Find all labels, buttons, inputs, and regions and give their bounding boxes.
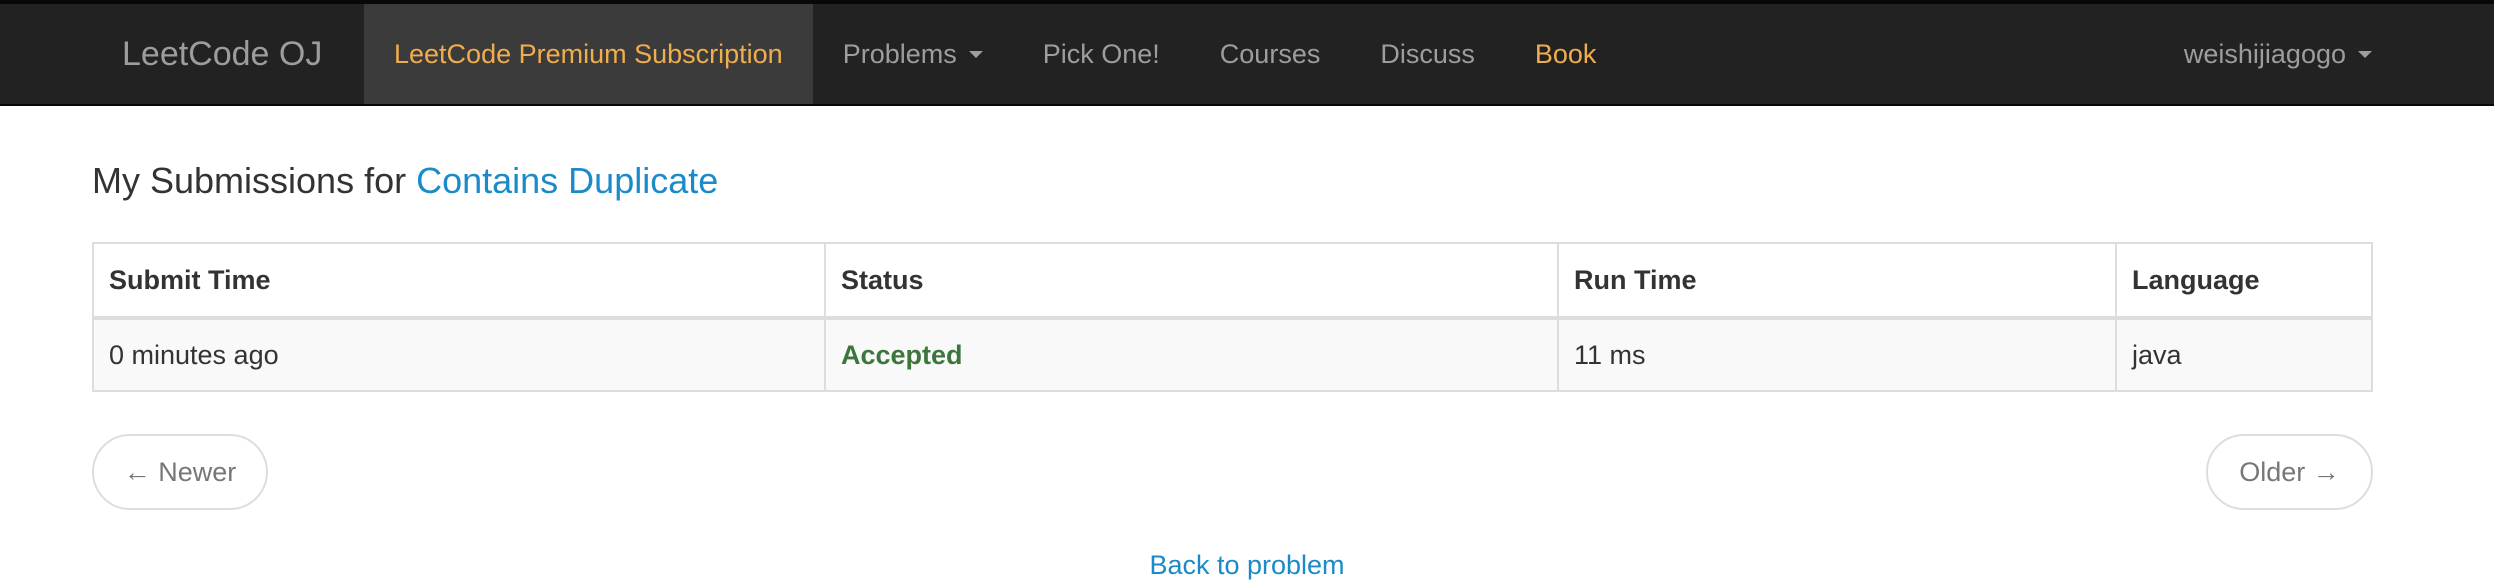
column-header-status: Status [824, 242, 1559, 320]
nav-book-label: Book [1534, 38, 1597, 69]
nav-premium-label: LeetCode Premium Subscription [394, 38, 783, 69]
nav-courses-label: Courses [1219, 38, 1321, 69]
submissions-table: Submit Time Status Run Time Language 0 m… [92, 242, 2373, 392]
username: weishijiagogo [2183, 38, 2346, 69]
newer-button[interactable]: ← Newer [92, 434, 268, 510]
nav-problems-label: Problems [842, 38, 957, 69]
nav-pick-one-label: Pick One! [1042, 38, 1160, 69]
nav-discuss-label: Discuss [1380, 38, 1475, 69]
nav-premium-subscription[interactable]: LeetCode Premium Subscription [364, 4, 813, 104]
cell-language: java [2115, 317, 2373, 392]
nav-pick-one[interactable]: Pick One! [1013, 4, 1190, 104]
cell-run-time: 11 ms [1557, 317, 2117, 392]
page-title-prefix: My Submissions for [92, 160, 417, 201]
nav-book[interactable]: Book [1505, 4, 1627, 104]
table-row: 0 minutes ago Accepted 11 ms java [92, 317, 2373, 392]
main-nav: LeetCode Premium Subscription Problems P… [364, 4, 1626, 104]
status-accepted-link[interactable]: Accepted [841, 340, 963, 370]
caret-down-icon [968, 50, 983, 58]
nav-problems-dropdown[interactable]: Problems [813, 4, 1013, 104]
top-navbar: LeetCode OJ LeetCode Premium Subscriptio… [0, 0, 2494, 106]
caret-down-icon [2358, 50, 2372, 58]
nav-courses[interactable]: Courses [1190, 4, 1351, 104]
older-button[interactable]: Older → [2206, 434, 2373, 510]
table-header-row: Submit Time Status Run Time Language [92, 242, 2373, 320]
cell-submit-time: 0 minutes ago [92, 317, 826, 392]
column-header-language: Language [2115, 242, 2373, 320]
problem-link[interactable]: Contains Duplicate [416, 160, 718, 201]
page-title: My Submissions for Contains Duplicate [92, 160, 718, 202]
column-header-submit-time: Submit Time [92, 242, 826, 320]
nav-discuss[interactable]: Discuss [1350, 4, 1505, 104]
user-menu-dropdown[interactable]: weishijiagogo [2184, 4, 2372, 104]
cell-status: Accepted [824, 317, 1559, 392]
brand-logo[interactable]: LeetCode OJ [122, 4, 322, 104]
back-to-problem-link[interactable]: Back to problem [0, 550, 2494, 581]
column-header-run-time: Run Time [1557, 242, 2117, 320]
